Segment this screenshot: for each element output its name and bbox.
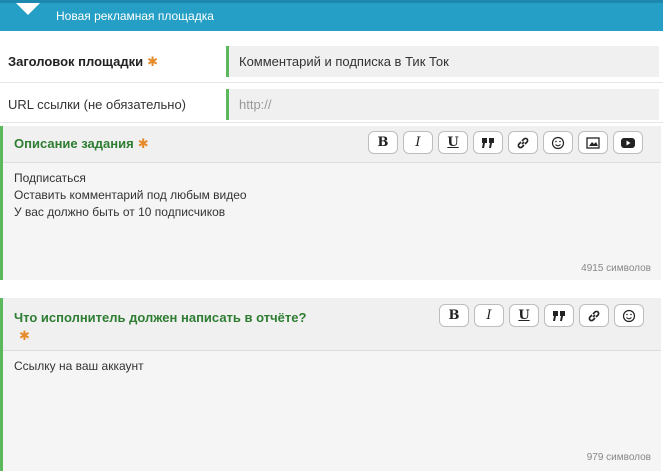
quote-icon bbox=[553, 310, 565, 321]
description-label: Описание задания ✱ bbox=[14, 136, 149, 151]
report-editor: Что исполнитель должен написать в отчёте… bbox=[0, 298, 661, 471]
quote-button[interactable] bbox=[473, 131, 503, 154]
url-input[interactable]: http:// bbox=[226, 89, 659, 120]
emoji-button[interactable] bbox=[543, 131, 573, 154]
image-icon bbox=[586, 136, 600, 149]
link-button[interactable] bbox=[579, 304, 609, 327]
link-button[interactable] bbox=[508, 131, 538, 154]
report-textarea[interactable]: Ссылку на ваш аккаунт bbox=[14, 358, 144, 375]
section-header: Новая рекламная площадка bbox=[0, 0, 663, 31]
link-icon bbox=[517, 137, 529, 148]
description-line: У вас должно быть от 10 подписчиков bbox=[14, 205, 226, 219]
report-toolbar: B I U bbox=[439, 304, 644, 327]
url-label: URL ссылки (не обязательно) bbox=[8, 97, 187, 112]
url-row: URL ссылки (не обязательно) http:// bbox=[0, 84, 663, 123]
report-editor-header: Что исполнитель должен написать в отчёте… bbox=[3, 298, 661, 351]
required-asterisk-icon: ✱ bbox=[19, 328, 30, 343]
report-line: Ссылку на ваш аккаунт bbox=[14, 359, 144, 373]
emoji-button[interactable] bbox=[614, 304, 644, 327]
description-line: Оставить комментарий под любым видео bbox=[14, 188, 247, 202]
section-title: Новая рекламная площадка bbox=[56, 9, 214, 23]
smile-icon bbox=[551, 136, 565, 149]
bold-button[interactable]: B bbox=[368, 131, 398, 154]
header-notch bbox=[16, 3, 40, 15]
quote-icon bbox=[482, 137, 494, 148]
description-editor-header: Описание задания ✱ B I U bbox=[3, 126, 661, 163]
description-line: Подписаться bbox=[14, 171, 86, 185]
link-icon bbox=[588, 310, 600, 321]
title-label: Заголовок площадки ✱ bbox=[8, 54, 159, 69]
description-editor: Описание задания ✱ B I U Подписаться Ост… bbox=[0, 126, 661, 280]
report-label: Что исполнитель должен написать в отчёте… bbox=[14, 310, 307, 325]
quote-button[interactable] bbox=[544, 304, 574, 327]
underline-button[interactable]: U bbox=[438, 131, 468, 154]
bold-button[interactable]: B bbox=[439, 304, 469, 327]
title-input[interactable]: Комментарий и подписка в Тик Ток bbox=[226, 46, 659, 77]
required-asterisk-icon: ✱ bbox=[137, 136, 149, 151]
report-char-counter: 979 символов bbox=[586, 452, 651, 463]
italic-button[interactable]: I bbox=[403, 131, 433, 154]
video-icon bbox=[621, 137, 635, 148]
title-row: Заголовок площадки ✱ Комментарий и подпис… bbox=[0, 42, 663, 83]
italic-button[interactable]: I bbox=[474, 304, 504, 327]
description-toolbar: B I U bbox=[368, 131, 643, 154]
description-textarea[interactable]: Подписаться Оставить комментарий под люб… bbox=[14, 170, 247, 221]
required-asterisk-icon: ✱ bbox=[147, 54, 159, 69]
description-char-counter: 4915 символов bbox=[581, 263, 651, 274]
image-button[interactable] bbox=[578, 131, 608, 154]
smile-icon bbox=[622, 309, 636, 322]
underline-button[interactable]: U bbox=[509, 304, 539, 327]
video-button[interactable] bbox=[613, 131, 643, 154]
